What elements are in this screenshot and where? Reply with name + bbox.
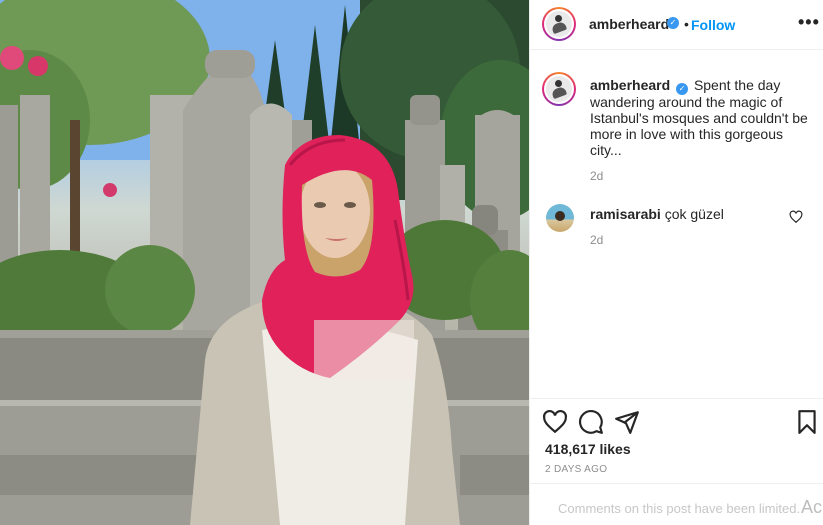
activation-watermark: Ac [801,497,823,517]
likes-count[interactable]: 418,617 likes [545,441,631,457]
post-actions: 418,617 likes 2 DAYS AGO Comments on thi… [530,398,823,525]
caption-username[interactable]: amberheard [590,77,670,93]
post-photo-illustration [0,0,529,525]
paper-plane-icon[interactable] [614,409,640,435]
author-username[interactable]: amberheard [589,16,669,32]
commenter-avatar[interactable] [546,204,574,232]
comment-time[interactable]: 2d [590,233,603,247]
post-photo[interactable] [0,0,529,525]
follow-separator: • [684,16,689,32]
caption: amberheard ✓ Spent the day wandering aro… [590,77,818,158]
heart-icon[interactable] [542,409,568,435]
post-side-panel: amberheard ✓ • Follow ••• amberheard ✓ S… [529,0,823,525]
comment-username[interactable]: ramisarabi [590,206,661,222]
more-options-icon[interactable]: ••• [798,12,820,33]
comment-text: çok güzel [664,206,724,222]
post-header: amberheard ✓ • Follow ••• [530,0,823,50]
bookmark-icon[interactable] [794,409,820,435]
caption-author-avatar[interactable] [542,72,576,106]
verified-badge-icon: ✓ [667,17,679,29]
post-date[interactable]: 2 DAYS AGO [545,464,607,475]
speech-bubble-icon[interactable] [578,409,604,435]
verified-badge-icon: ✓ [676,83,689,95]
comments-limited-notice: Comments on this post have been limited. [558,501,801,516]
comments-limited-bar: Comments on this post have been limited.… [530,483,823,525]
author-avatar[interactable] [542,7,576,41]
comment-like-heart-icon[interactable] [789,210,803,224]
follow-button[interactable]: Follow [691,17,735,33]
comment: ramisarabi çok güzel [590,206,724,222]
caption-time[interactable]: 2d [590,169,603,183]
